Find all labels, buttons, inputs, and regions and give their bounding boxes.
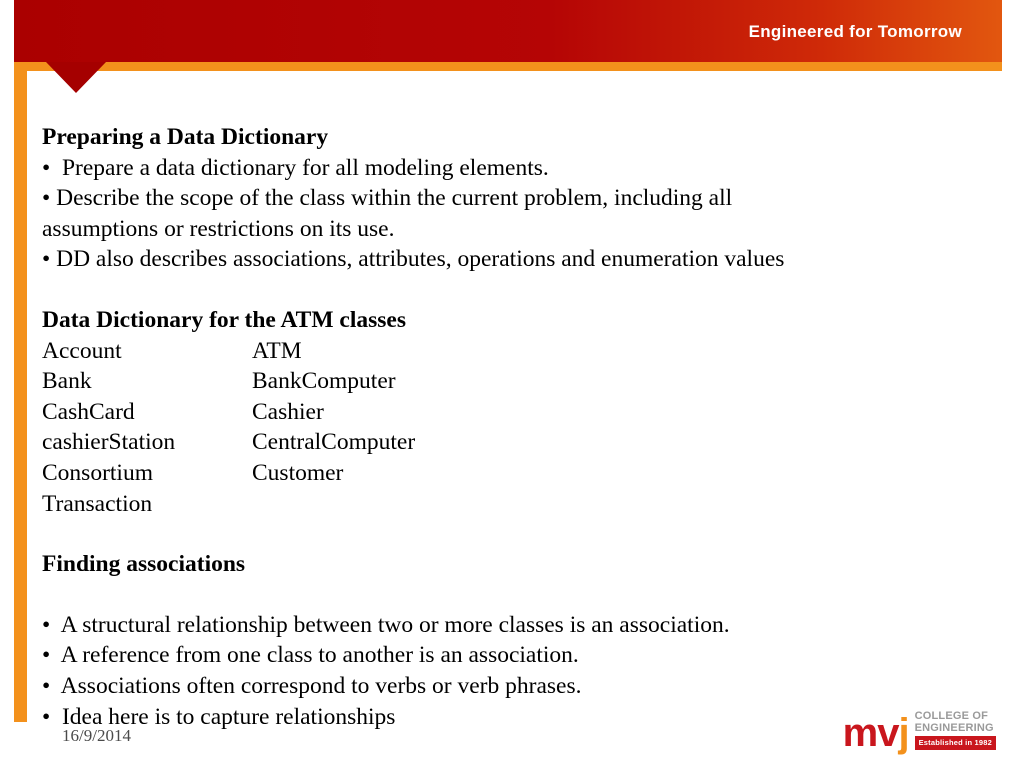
class-right: Cashier: [252, 398, 324, 425]
logo-wordmark: mvj: [842, 711, 910, 755]
class-name-table: Account ATM Bank BankComputer CashCard C…: [42, 336, 922, 520]
footer-date: 16/9/2014: [62, 726, 131, 745]
table-row: cashierStation CentralComputer: [42, 427, 922, 458]
table-row: Consortium Customer: [42, 458, 922, 489]
logo-established-badge: Established in 1982: [914, 736, 996, 750]
banner-underline: [0, 62, 1002, 71]
logo-subtext: COLLEGE OF ENGINEERING Established in 19…: [914, 710, 996, 752]
slide: Engineered for Tomorrow Preparing a Data…: [0, 0, 1024, 768]
left-accent-stripe: [14, 70, 27, 722]
bullet-dd-describes: • DD also describes associations, attrib…: [42, 246, 785, 273]
banner-tagline: Engineered for Tomorrow: [748, 22, 962, 41]
top-banner: Engineered for Tomorrow: [0, 0, 1002, 62]
class-right: BankComputer: [252, 368, 396, 395]
class-left: Transaction: [42, 490, 153, 517]
logo-line-engineering: ENGINEERING: [914, 722, 994, 734]
banner-notch: [46, 62, 106, 93]
table-row: Bank BankComputer: [42, 366, 922, 397]
class-left: Consortium: [42, 459, 153, 486]
class-right: CentralComputer: [252, 429, 416, 456]
heading-atm-classes: Data Dictionary for the ATM classes: [42, 306, 406, 333]
class-left: cashierStation: [42, 429, 176, 456]
bullet-prepare-dd: • Prepare a data dictionary for all mode…: [42, 154, 549, 181]
bullet-describe-scope: • Describe the scope of the class within…: [42, 185, 733, 212]
class-left: Bank: [42, 368, 92, 395]
class-left: CashCard: [42, 398, 135, 425]
bullet-associations-verbs: • Associations often correspond to verbs…: [42, 672, 582, 699]
class-right: ATM: [252, 337, 302, 364]
table-row: CashCard Cashier: [42, 397, 922, 428]
table-row: Transaction: [42, 489, 922, 520]
logo-letter-v: v: [877, 711, 899, 755]
bullet-structural-relationship: • A structural relationship between two …: [42, 611, 730, 638]
bullet-reference-from-one-class: • A reference from one class to another …: [42, 642, 579, 669]
class-right: [252, 489, 922, 520]
class-right: Customer: [252, 459, 344, 486]
heading-finding-associations: Finding associations: [42, 551, 246, 578]
bullet-describe-scope-cont: assumptions or restrictions on its use.: [42, 215, 395, 242]
logo-letter-m: m: [842, 711, 879, 755]
class-left: Account: [42, 337, 122, 364]
logo-letter-j: j: [898, 711, 909, 755]
logo-line-college-of: COLLEGE OF: [914, 710, 989, 722]
bullet-capture-relationships: • Idea here is to capture relationships: [42, 703, 396, 730]
heading-preparing-data-dictionary: Preparing a Data Dictionary: [42, 124, 329, 150]
left-margin-mask: [0, 0, 14, 768]
mvj-logo: mvj COLLEGE OF ENGINEERING Established i…: [842, 710, 996, 755]
slide-content: Preparing a Data Dictionary • Prepare a …: [42, 122, 922, 732]
table-row: Account ATM: [42, 336, 922, 367]
